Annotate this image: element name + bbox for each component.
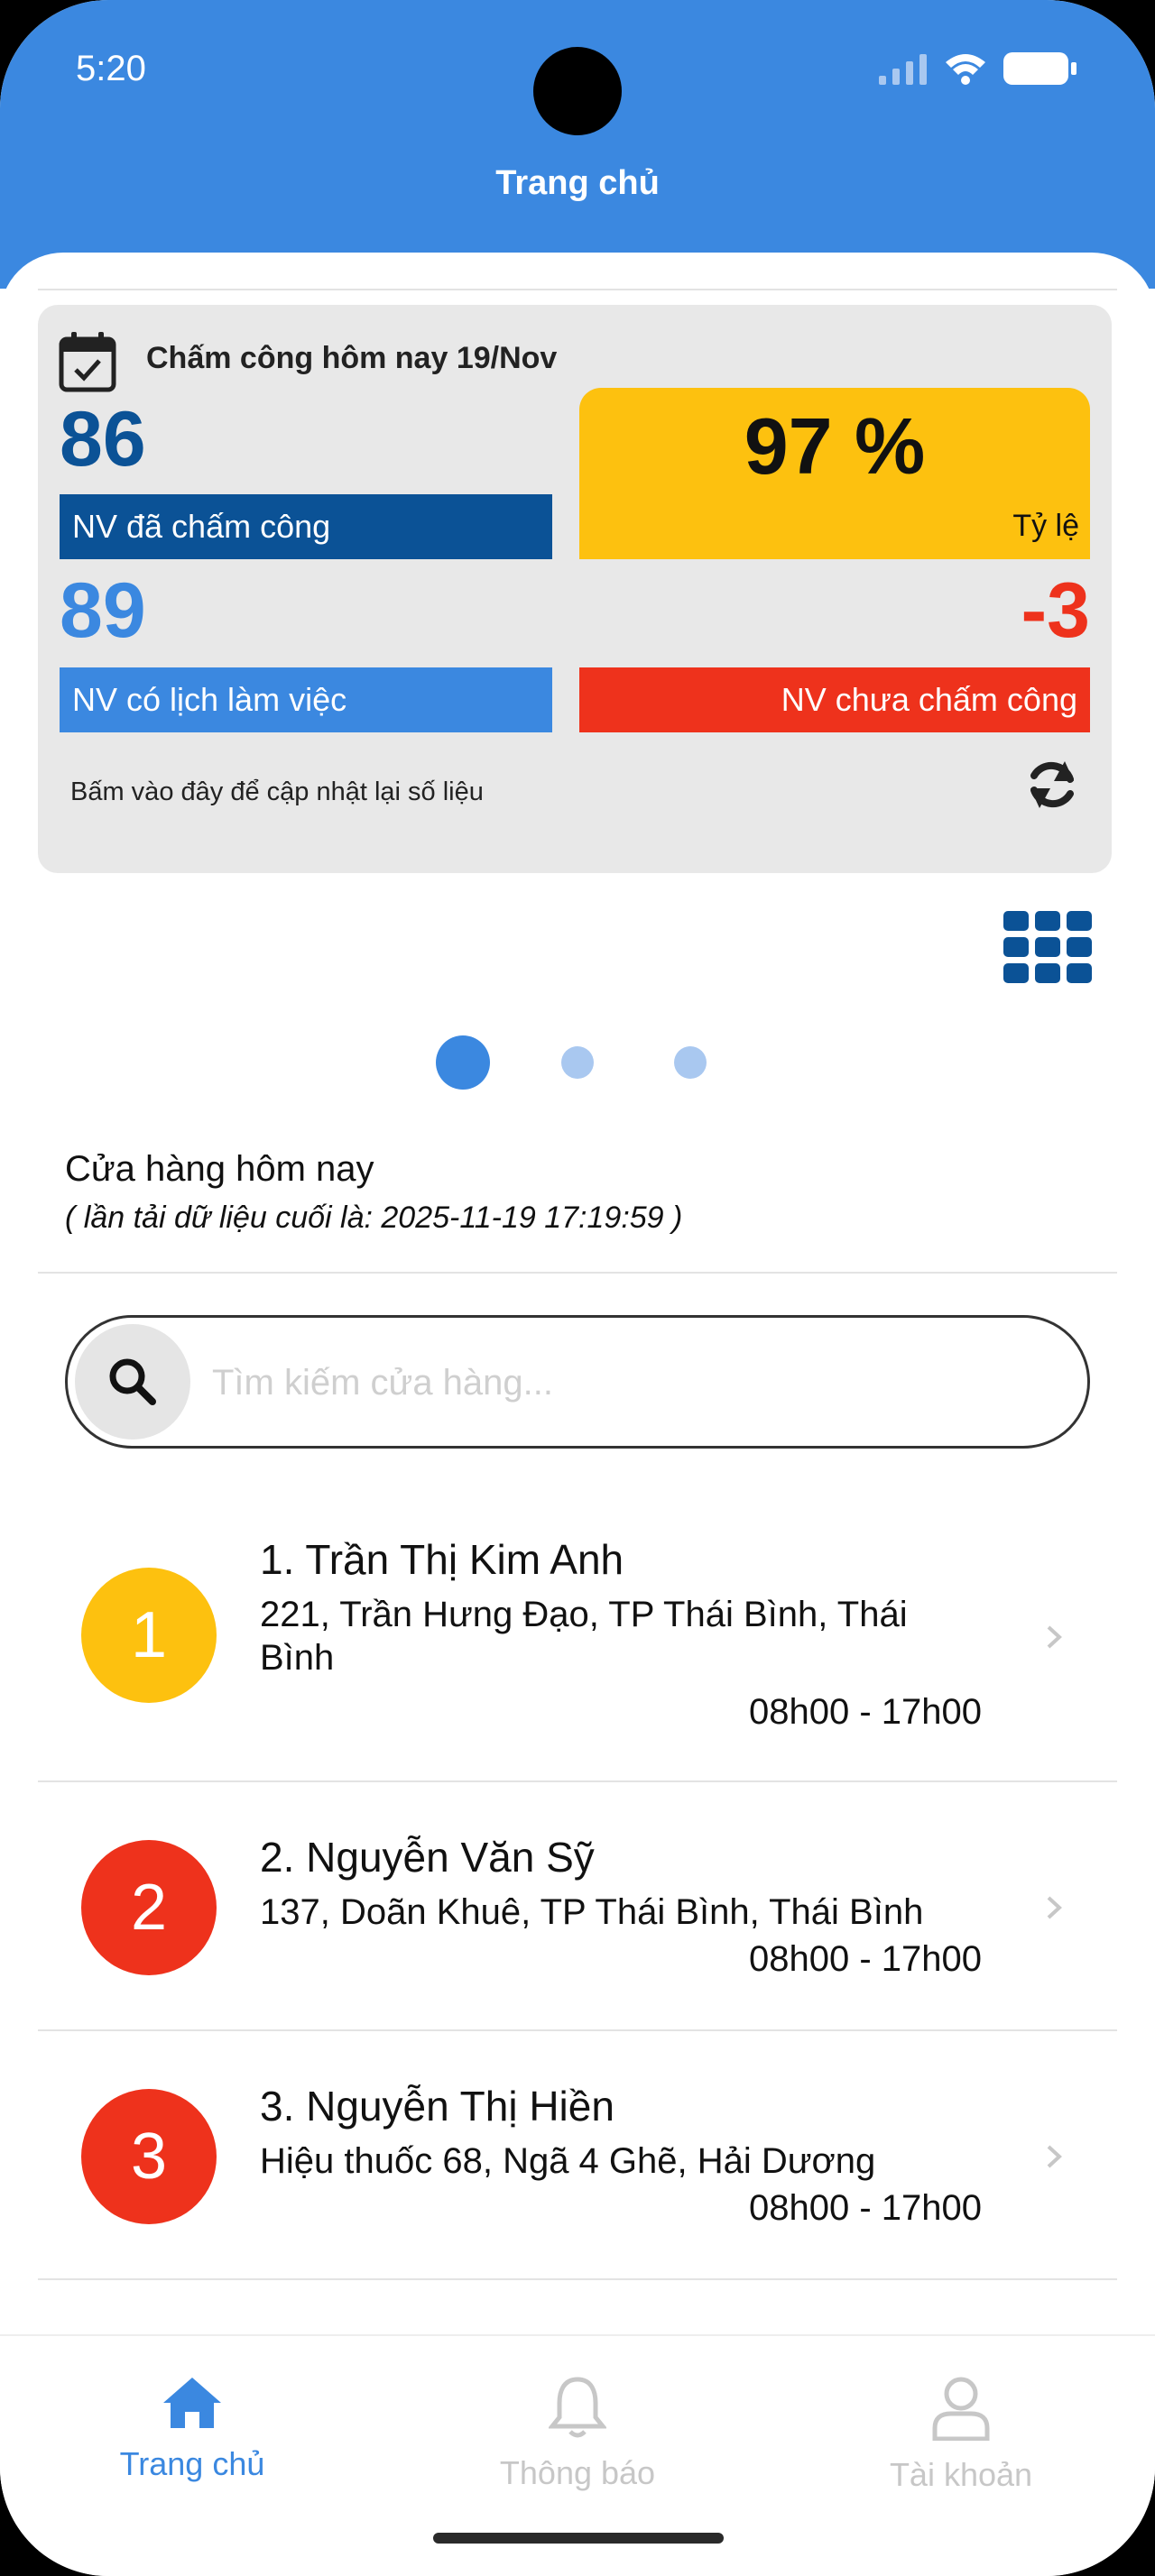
app-header: 5:20 Trang chủ [0,0,1155,289]
attendance-rate-box: 97 % Tỷ lệ [579,388,1090,559]
carousel-dot[interactable] [561,1046,594,1079]
bell-icon [547,2377,608,2438]
store-hours: 08h00 - 17h00 [748,1692,982,1732]
tab-label: Tài khoản [889,2456,1033,2493]
carousel-indicator [0,1035,1155,1090]
cellular-signal-icon [879,54,927,85]
tab-notifications[interactable]: Thông báo [442,2376,713,2492]
store-number-badge: 3 [81,2089,217,2224]
chevron-right-icon [1047,2145,1062,2168]
chevron-right-icon [1047,1896,1062,1919]
chevron-right-icon [1047,1625,1062,1649]
status-icons [879,51,1077,87]
search-icon [109,1358,156,1405]
page-title: Trang chủ [495,164,660,202]
store-name: 3. Nguyễn Thị Hiền [260,2083,614,2130]
battery-icon [1003,52,1076,85]
store-name: 2. Nguyễn Văn Sỹ [260,1834,595,1881]
stores-title: Cửa hàng hôm nay [65,1149,374,1189]
status-time: 5:20 [76,49,146,88]
store-number-badge: 1 [81,1568,217,1703]
wifi-icon [946,54,985,85]
attendance-card: Chấm công hôm nay 19/Nov 86 NV đã chấm c… [38,305,1112,873]
last-loaded-text: ( lần tải dữ liệu cuối là: 2025-11-19 17… [65,1201,683,1235]
divider [38,1272,1117,1274]
grid-view-icon[interactable] [1003,911,1092,983]
attendance-rate-label: Tỷ lệ [1012,509,1079,543]
store-address: 137, Doãn Khuê, TP Thái Bình, Thái Bình [260,1892,924,1932]
checked-in-label: NV đã chấm công [60,494,552,559]
attendance-rate-value: 97 % [744,401,926,491]
store-number-badge: 2 [81,1840,217,1975]
tab-label: Trang chủ [119,2445,265,2482]
store-list-item[interactable]: 3 3. Nguyễn Thị Hiền Hiệu thuốc 68, Ngã … [38,2031,1117,2280]
user-icon [932,2377,990,2442]
home-icon [163,2378,221,2428]
store-hours: 08h00 - 17h00 [748,2188,982,2228]
scheduled-label: NV có lịch làm việc [60,667,552,732]
store-address: 221, Trần Hưng Đạo, TP Thái Bình, Thái B… [260,1595,908,1678]
stores-header: Cửa hàng hôm nay ( lần tải dữ liệu cuối … [65,1149,682,1236]
checked-in-count: 86 [60,396,146,483]
search-input[interactable] [212,1348,1024,1417]
store-address: Hiệu thuốc 68, Ngã 4 Ghẽ, Hải Dương [260,2141,876,2181]
missing-count: -3 [1021,567,1090,654]
store-name: 1. Trần Thị Kim Anh [260,1536,624,1583]
home-indicator[interactable] [433,2533,724,2544]
scheduled-count: 89 [60,567,146,654]
store-list-item[interactable]: 2 2. Nguyễn Văn Sỹ 137, Doãn Khuê, TP Th… [38,1782,1117,2031]
carousel-dot-active[interactable] [436,1035,490,1090]
calendar-check-icon [59,332,116,392]
divider [38,289,1117,290]
tab-label: Thông báo [499,2454,656,2491]
store-list-item[interactable]: 1 1. Trần Thị Kim Anh 221, Trần Hưng Đạo… [38,1515,1117,1782]
store-search-bar[interactable] [65,1315,1090,1449]
camera-notch [533,47,622,135]
app-screen: 5:20 Trang chủ Chấm công hôm nay 19/Nov … [0,0,1155,2576]
carousel-dot[interactable] [674,1046,707,1079]
search-button[interactable] [75,1324,190,1440]
store-hours: 08h00 - 17h00 [748,1939,982,1979]
tab-home[interactable]: Trang chủ [57,2376,328,2483]
tab-account[interactable]: Tài khoản [826,2376,1096,2494]
refresh-icon[interactable] [1023,756,1081,814]
refresh-hint[interactable]: Bấm vào đây để cập nhật lại số liệu [70,777,484,807]
missing-label: NV chưa chấm công [579,667,1090,732]
attendance-title: Chấm công hôm nay 19/Nov [146,341,558,375]
